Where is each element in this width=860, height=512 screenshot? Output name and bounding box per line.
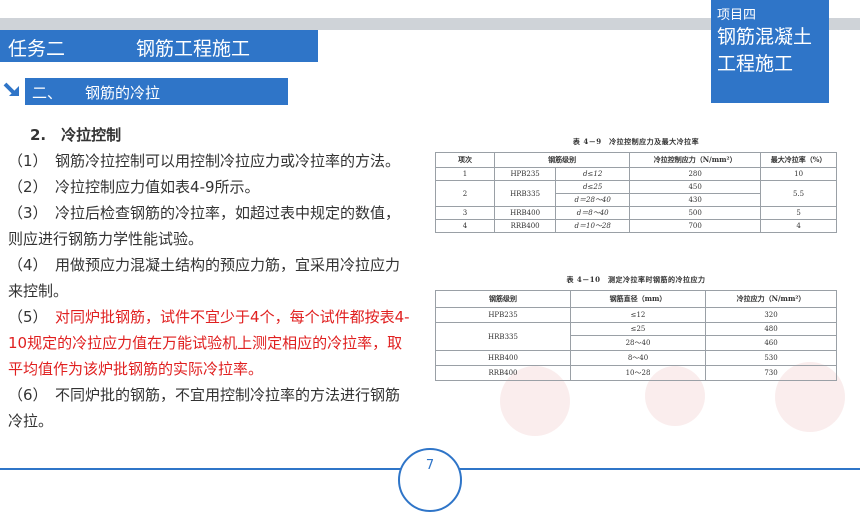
table-cell: HRB335	[493, 180, 557, 207]
project-title-line2: 工程施工	[717, 53, 794, 75]
table-cell: d≤25	[555, 180, 631, 194]
paragraph-3: （3） 冷拉后检查钢筋的冷拉率，如超过表中规定的数值，则应进行钢筋力学性能试验。	[8, 204, 401, 248]
table-cell: 700	[629, 219, 762, 233]
table1-header: 项次	[435, 152, 495, 168]
table-cell: 8～40	[570, 350, 706, 366]
task-title-bar: 任务二 钢筋工程施工	[0, 30, 318, 62]
table-cell: 2	[435, 180, 495, 207]
body-heading: 2. 冷拉控制	[30, 126, 122, 144]
page-number: 7	[425, 458, 435, 473]
table-cell: HPB235	[493, 167, 557, 181]
table-row: RRB400 10～28 730	[435, 365, 837, 381]
table-row: 2 HRB335 d≤25 450 5.5	[435, 180, 837, 207]
arrow-icon	[3, 82, 19, 96]
table-cell: HRB400	[493, 206, 557, 220]
table2-caption: 表 4－10 测定冷拉率时钢筋的冷拉应力	[566, 275, 706, 284]
table-cell: RRB400	[435, 365, 571, 381]
section-number: 二、	[32, 84, 63, 102]
table1-header: 最大冷拉率（%）	[760, 152, 837, 168]
table-cell: 10～28	[570, 365, 706, 381]
table-cell: d＝8～40	[555, 206, 631, 220]
table-cell: 5	[760, 206, 837, 220]
table2-header: 冷拉应力（N/mm²）	[705, 290, 837, 308]
table-image: 表 4－9 冷拉控制应力及最大冷拉率 项次 钢筋级别 冷拉控制应力（N/mm²）…	[430, 128, 845, 436]
table-cell: 5.5	[760, 180, 837, 207]
table-cell: 1	[435, 167, 495, 181]
task-label: 任务二	[8, 38, 66, 60]
table-cell: d＝28～40	[555, 193, 631, 207]
table-cell: d≤12	[555, 167, 631, 181]
table1-header: 钢筋级别	[493, 152, 631, 168]
table-cell: ≤25	[570, 322, 706, 336]
table-cell: 10	[760, 167, 837, 181]
section-title-bar: 二、 钢筋的冷拉	[25, 78, 288, 105]
paragraph-1: （1） 钢筋冷拉控制可以用控制冷拉应力或冷拉率的方法。	[8, 152, 401, 170]
table-cell: 450	[629, 180, 762, 194]
table-cell: 3	[435, 206, 495, 220]
project-title: 钢筋混凝土 工程施工	[717, 24, 812, 78]
table-cell: d＝10～28	[555, 219, 631, 233]
table-row: 3 HRB400 d＝8～40 500 5	[435, 206, 837, 220]
paragraph-4: （4） 用做预应力混凝土结构的预应力筋，宜采用冷拉应力来控制。	[8, 256, 401, 300]
table-cell: 28～40	[570, 335, 706, 351]
table-cell: 730	[705, 365, 837, 381]
table-cell: 320	[705, 307, 837, 323]
table2-header: 钢筋级别	[435, 290, 571, 308]
table-row: HPB235 ≤12 320	[435, 307, 837, 323]
table-cell: 530	[705, 350, 837, 366]
table-cell: HPB235	[435, 307, 571, 323]
paragraph-5-highlight: 对同炉批钢筋，试件不宜少于4个，每个试件都按表4-10规定的冷拉应力值在万能试验…	[8, 308, 410, 378]
table1-caption: 表 4－9 冷拉控制应力及最大冷拉率	[572, 137, 700, 146]
paragraph-2: （2） 冷拉控制应力值如表4-9所示。	[8, 178, 260, 196]
table-row: HRB400 8～40 530	[435, 350, 837, 366]
project-number: 项目四	[717, 8, 757, 23]
table1-header: 冷拉控制应力（N/mm²）	[629, 152, 762, 168]
paragraph-5-number: （5）	[8, 308, 56, 326]
table-cell: 500	[629, 206, 762, 220]
table-cell: 460	[705, 335, 837, 351]
table-cell: HRB335	[435, 322, 571, 351]
body-text: 2. 冷拉控制 （1） 钢筋冷拉控制可以用控制冷拉应力或冷拉率的方法。 （2） …	[0, 122, 412, 434]
table1: 项次 钢筋级别 冷拉控制应力（N/mm²） 最大冷拉率（%） 1 HPB235 …	[435, 152, 837, 233]
table-cell: RRB400	[493, 219, 557, 233]
table-cell: HRB400	[435, 350, 571, 366]
table-cell: 4	[435, 219, 495, 233]
table-cell: ≤12	[570, 307, 706, 323]
project-tag: 项目四 钢筋混凝土 工程施工	[711, 0, 829, 103]
task-title: 钢筋工程施工	[136, 38, 251, 60]
table2: 钢筋级别 钢筋直径（mm） 冷拉应力（N/mm²） HPB235 ≤12 320…	[435, 290, 837, 381]
table-cell: 280	[629, 167, 762, 181]
table-row: HRB335 ≤25 480	[435, 322, 837, 351]
paragraph-5: （5） 对同炉批钢筋，试件不宜少于4个，每个试件都按表4-10规定的冷拉应力值在…	[0, 304, 412, 382]
table-row: 4 RRB400 d＝10～28 700 4	[435, 219, 837, 233]
table-row: 1 HPB235 d≤12 280 10	[435, 167, 837, 181]
table-cell: 4	[760, 219, 837, 233]
table2-header: 钢筋直径（mm）	[570, 290, 706, 308]
table-cell: 480	[705, 322, 837, 336]
table-cell: 430	[629, 193, 762, 207]
paragraph-6: （6） 不同炉批的钢筋，不宜用控制冷拉率的方法进行钢筋冷拉。	[8, 386, 401, 430]
section-title: 钢筋的冷拉	[85, 84, 161, 102]
project-title-line1: 钢筋混凝土	[717, 26, 813, 48]
